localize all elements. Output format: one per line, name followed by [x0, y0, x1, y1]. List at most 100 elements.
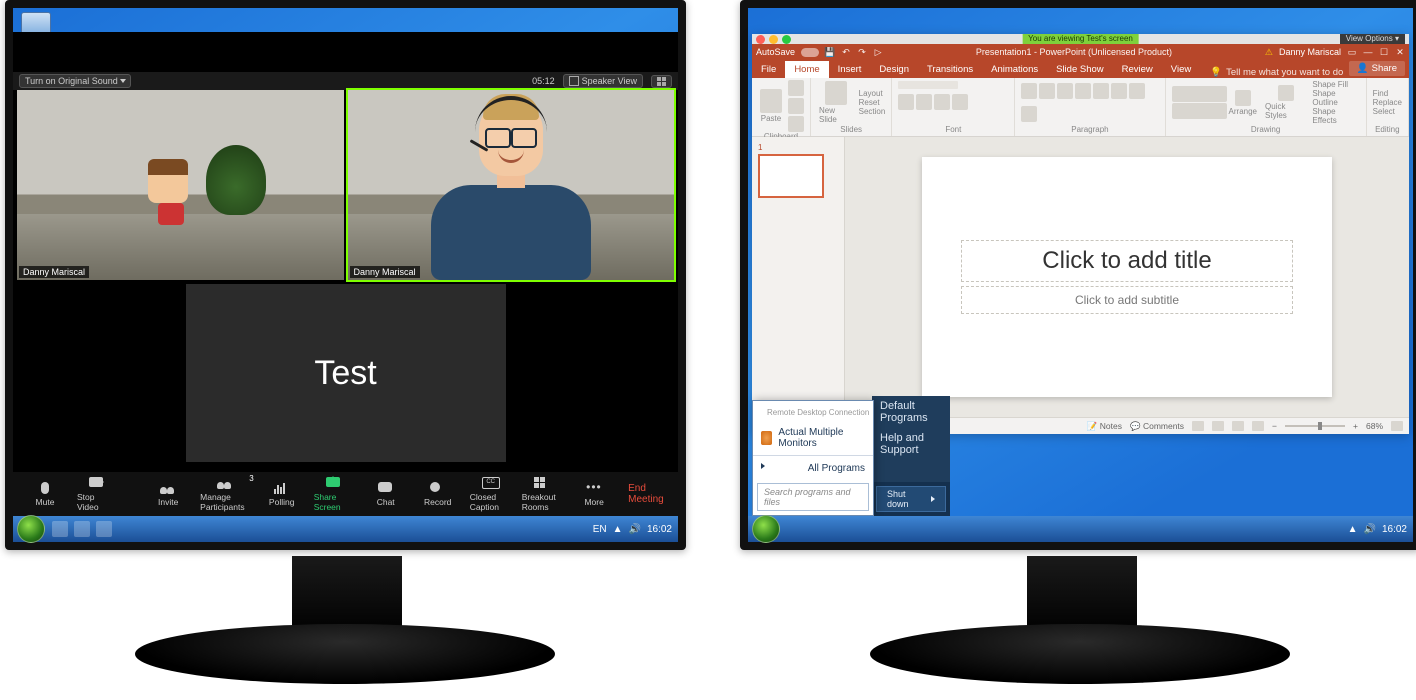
paste-button[interactable]: Paste — [758, 88, 784, 124]
video-tile-active[interactable]: Danny Mariscal — [348, 90, 675, 280]
autosave-toggle[interactable]: AutoSave — [756, 47, 795, 57]
original-sound-toggle[interactable]: Turn on Original Sound — [19, 74, 131, 88]
all-programs-button[interactable]: All Programs — [753, 458, 873, 479]
font-selector[interactable] — [898, 81, 958, 89]
polling-button[interactable]: Polling — [256, 472, 308, 516]
stop-video-button[interactable]: Stop Video — [71, 472, 123, 516]
align-left-icon[interactable] — [1093, 83, 1109, 99]
mac-zoom-icon[interactable] — [782, 35, 791, 44]
start-button[interactable] — [752, 515, 780, 543]
manage-participants-button[interactable]: 3Manage Participants — [194, 472, 256, 516]
tab-animations[interactable]: Animations — [982, 61, 1047, 78]
select-button[interactable]: Select — [1373, 107, 1402, 116]
tray-icon[interactable]: ▲ — [1348, 524, 1358, 535]
closed-caption-button[interactable]: CCClosed Caption — [464, 472, 516, 516]
mute-button[interactable]: Mute — [19, 472, 71, 516]
tab-insert[interactable]: Insert — [829, 61, 871, 78]
clock[interactable]: 16:02 — [647, 524, 672, 535]
autosave-switch-icon[interactable] — [801, 48, 819, 57]
outdent-icon[interactable] — [1075, 83, 1091, 99]
comments-button[interactable]: 💬 Comments — [1130, 421, 1184, 432]
help-support-item[interactable]: Help and Support — [872, 428, 950, 460]
underline-icon[interactable] — [934, 94, 950, 110]
replace-button[interactable]: Replace — [1373, 98, 1402, 107]
fullscreen-button[interactable] — [651, 75, 672, 88]
shape-effects-button[interactable]: Shape Effects — [1312, 107, 1359, 125]
save-icon[interactable]: 💾 — [825, 47, 835, 57]
user-name[interactable]: Danny Mariscal — [1279, 47, 1341, 57]
start-search-input[interactable]: Search programs and files — [757, 483, 869, 511]
copy-icon[interactable] — [788, 98, 804, 114]
end-meeting-button[interactable]: End Meeting — [620, 483, 672, 505]
reading-view-icon[interactable] — [1232, 421, 1244, 431]
title-placeholder[interactable]: Click to add title — [961, 240, 1293, 282]
quick-styles-button[interactable]: Quick Styles — [1263, 84, 1308, 121]
recent-item[interactable]: Remote Desktop Connection — [753, 401, 873, 423]
taskbar-app-icon[interactable] — [74, 521, 90, 537]
maximize-icon[interactable]: ☐ — [1379, 47, 1389, 57]
slide-thumb-1[interactable] — [758, 154, 824, 198]
start-button[interactable] — [17, 515, 45, 543]
format-painter-icon[interactable] — [788, 116, 804, 132]
zoom-slider[interactable] — [1285, 425, 1345, 427]
bold-icon[interactable] — [898, 94, 914, 110]
align-right-icon[interactable] — [1129, 83, 1145, 99]
tab-file[interactable]: File — [752, 61, 785, 78]
chat-button[interactable]: Chat — [360, 472, 412, 516]
slideshow-view-icon[interactable] — [1252, 421, 1264, 431]
tab-home[interactable]: Home — [785, 61, 828, 78]
tray-icon[interactable]: ▲ — [613, 524, 623, 535]
fit-to-window-icon[interactable] — [1391, 421, 1403, 431]
minimize-icon[interactable]: — — [1363, 47, 1373, 57]
ribbon-options-icon[interactable]: ▭ — [1347, 47, 1357, 57]
more-button[interactable]: •••More — [568, 472, 620, 516]
tab-design[interactable]: Design — [870, 61, 918, 78]
shutdown-button[interactable]: Shut down — [876, 486, 946, 512]
shapes-gallery[interactable] — [1172, 86, 1223, 119]
undo-icon[interactable]: ↶ — [841, 47, 851, 57]
clock[interactable]: 16:02 — [1382, 524, 1407, 535]
video-tile-self[interactable]: Danny Mariscal — [17, 90, 344, 280]
close-icon[interactable]: ✕ — [1395, 47, 1405, 57]
tab-slideshow[interactable]: Slide Show — [1047, 61, 1113, 78]
layout-button[interactable]: Layout — [859, 89, 886, 98]
tell-me-search[interactable]: 💡Tell me what you want to do — [1200, 67, 1345, 78]
shape-fill-button[interactable]: Shape Fill — [1312, 80, 1359, 89]
taskbar-app-icon[interactable] — [52, 521, 68, 537]
line-spacing-icon[interactable] — [1021, 106, 1037, 122]
arrange-button[interactable]: Arrange — [1227, 89, 1259, 117]
font-color-icon[interactable] — [952, 94, 968, 110]
amm-item[interactable]: Actual Multiple Monitors — [753, 423, 873, 453]
bullets-icon[interactable] — [1021, 83, 1037, 99]
language-indicator[interactable]: EN — [593, 524, 607, 535]
share-button[interactable]: 👤Share — [1349, 61, 1405, 76]
cut-icon[interactable] — [788, 80, 804, 96]
slideshow-icon[interactable]: ▷ — [873, 47, 883, 57]
shape-outline-button[interactable]: Shape Outline — [1312, 89, 1359, 107]
tab-transitions[interactable]: Transitions — [918, 61, 982, 78]
record-button[interactable]: Record — [412, 472, 464, 516]
mac-close-icon[interactable] — [756, 35, 765, 44]
redo-icon[interactable]: ↷ — [857, 47, 867, 57]
tray-icon[interactable]: 🔊 — [629, 524, 641, 535]
new-slide-button[interactable]: New Slide — [817, 80, 855, 125]
subtitle-placeholder[interactable]: Click to add subtitle — [961, 286, 1293, 314]
tray-icon[interactable]: 🔊 — [1364, 524, 1376, 535]
speaker-view-button[interactable]: Speaker View — [563, 74, 643, 88]
share-screen-button[interactable]: Share Screen — [308, 472, 360, 516]
taskbar-app-icon[interactable] — [96, 521, 112, 537]
zoom-in-button[interactable]: + — [1353, 421, 1358, 431]
indent-icon[interactable] — [1057, 83, 1073, 99]
default-programs-item[interactable]: Default Programs — [872, 396, 950, 428]
view-options-button[interactable]: View Options ▾ — [1340, 34, 1405, 44]
breakout-rooms-button[interactable]: Breakout Rooms — [516, 472, 568, 516]
align-center-icon[interactable] — [1111, 83, 1127, 99]
notes-button[interactable]: 📝 Notes — [1087, 421, 1122, 432]
section-button[interactable]: Section — [859, 107, 886, 116]
reset-button[interactable]: Reset — [859, 98, 886, 107]
invite-button[interactable]: Invite — [142, 472, 194, 516]
numbering-icon[interactable] — [1039, 83, 1055, 99]
italic-icon[interactable] — [916, 94, 932, 110]
sorter-view-icon[interactable] — [1212, 421, 1224, 431]
tab-view[interactable]: View — [1162, 61, 1200, 78]
